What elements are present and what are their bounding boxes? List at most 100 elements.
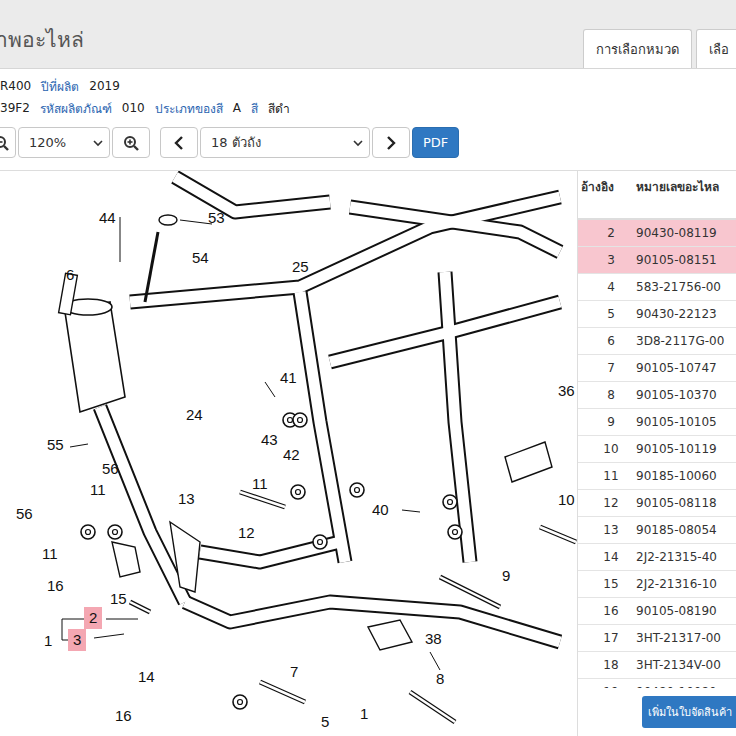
callout[interactable]: 15	[108, 589, 129, 609]
ref-cell: 3	[578, 253, 630, 267]
ref-cell: 7	[578, 361, 630, 375]
next-button[interactable]	[372, 127, 410, 158]
part-number-cell: 583-21756-00	[630, 280, 736, 294]
zoom-in-button[interactable]	[112, 127, 150, 158]
table-row[interactable]: 1990480-10080	[578, 679, 736, 688]
table-row[interactable]: 390105-08151	[578, 247, 736, 274]
callout[interactable]: 14	[136, 667, 157, 687]
info-label: ปีที่ผลิต	[41, 77, 79, 96]
info-value: 2019	[89, 79, 120, 93]
info-value: A	[233, 101, 241, 115]
category-tabs: การเลือกหมวดเลือ	[583, 29, 736, 68]
callout[interactable]: 1	[358, 704, 370, 724]
page-header: าพอะไหล่ การเลือกหมวดเลือ	[0, 0, 736, 69]
info-value: 39F2	[0, 101, 30, 115]
callout[interactable]: 41	[278, 368, 299, 388]
table-body: 290430-08119390105-081514583-21756-00590…	[578, 220, 736, 688]
table-row[interactable]: 4583-21756-00	[578, 274, 736, 301]
zoom-select[interactable]: 120%	[18, 127, 110, 158]
callout[interactable]: 1	[42, 631, 54, 651]
table-row[interactable]: 1390185-08054	[578, 517, 736, 544]
callout[interactable]: 11	[250, 474, 270, 494]
info-row: R400 ปีที่ผลิต 2019	[0, 75, 736, 97]
table-row[interactable]: 183HT-2134V-00	[578, 652, 736, 679]
callout[interactable]: 3	[68, 629, 86, 651]
callout[interactable]: 8	[434, 669, 446, 689]
part-number-cell: 90105-08190	[630, 604, 736, 618]
table-row[interactable]: 63D8-2117G-00	[578, 328, 736, 355]
callout[interactable]: 44	[97, 208, 118, 228]
callout[interactable]: 11	[88, 480, 108, 500]
callout[interactable]: 40	[370, 500, 391, 520]
zoom-out-icon	[0, 135, 9, 151]
table-row[interactable]: 152J2-21316-10	[578, 571, 736, 598]
callout[interactable]: 2	[84, 607, 102, 629]
pdf-button[interactable]: PDF	[412, 127, 459, 158]
ref-cell: 12	[578, 496, 630, 510]
part-number-cell: 90105-10119	[630, 442, 736, 456]
callout[interactable]: 25	[290, 257, 311, 277]
chevron-left-icon	[174, 136, 184, 150]
part-number-cell: 3HT-2134V-00	[630, 658, 736, 672]
parts-table: อ้างอิงหมายเลขอะไหล290430-08119390105-08…	[577, 171, 736, 736]
callout[interactable]: 10	[556, 490, 577, 510]
callout[interactable]: 43	[259, 430, 280, 450]
add-to-list-button[interactable]: เพิ่มในใบจัดสินค้า	[642, 696, 736, 728]
ref-cell: 19	[578, 685, 630, 688]
main-area: 4453546254124434255563613111112104056111…	[0, 170, 736, 736]
callout[interactable]: 55	[45, 435, 66, 455]
callout[interactable]: 7	[288, 662, 300, 682]
table-row[interactable]: 1190185-10060	[578, 463, 736, 490]
prev-button[interactable]	[160, 127, 198, 158]
callout[interactable]: 56	[14, 504, 35, 524]
callout[interactable]: 53	[206, 208, 227, 228]
callout[interactable]: 56	[100, 459, 121, 479]
ref-cell: 15	[578, 577, 630, 591]
table-row[interactable]: 590430-22123	[578, 301, 736, 328]
part-number-cell: 90430-22123	[630, 307, 736, 321]
callout[interactable]: 6	[64, 265, 76, 285]
zoom-value: 120%	[29, 135, 66, 150]
model-info: R400 ปีที่ผลิต 2019 39F2รหัสผลิตภัณฑ์010ประ…	[0, 69, 736, 119]
info-row: 39F2รหัสผลิตภัณฑ์010ประเภทของสีAสีสีดำ	[0, 97, 736, 119]
ref-cell: 17	[578, 631, 630, 645]
table-row[interactable]: 890105-10370	[578, 382, 736, 409]
callout[interactable]: 38	[423, 629, 444, 649]
chevron-right-icon	[386, 136, 396, 150]
part-number-cell: 90105-10747	[630, 361, 736, 375]
callout[interactable]: 9	[500, 566, 512, 586]
callout[interactable]: 11	[40, 544, 60, 564]
ref-cell: 10	[578, 442, 630, 456]
info-value: R400	[0, 79, 31, 93]
table-row[interactable]: 990105-10105	[578, 409, 736, 436]
callout[interactable]: 54	[190, 248, 211, 268]
category-tab[interactable]: เลือ	[696, 29, 736, 68]
caret-down-icon	[353, 139, 363, 147]
toolbar: 120% 18 ตัวถัง PDF	[0, 119, 736, 170]
callout[interactable]: 24	[184, 405, 205, 425]
table-row[interactable]: 790105-10747	[578, 355, 736, 382]
page-title: าพอะไหล่	[0, 23, 84, 68]
part-number-cell: 2J2-21315-40	[630, 550, 736, 564]
part-number-cell: 90105-10105	[630, 415, 736, 429]
table-row[interactable]: 1090105-10119	[578, 436, 736, 463]
zoom-out-button[interactable]	[0, 127, 16, 158]
callout[interactable]: 12	[236, 523, 257, 543]
callout[interactable]: 13	[176, 489, 197, 509]
part-number-cell: 90105-10370	[630, 388, 736, 402]
table-row[interactable]: 290430-08119	[578, 220, 736, 247]
callout[interactable]: 42	[281, 445, 302, 465]
table-row[interactable]: 173HT-21317-00	[578, 625, 736, 652]
callout[interactable]: 16	[113, 706, 134, 726]
ref-cell: 5	[578, 307, 630, 321]
part-number-cell: 90105-08151	[630, 253, 736, 267]
column-header: หมายเลขอะไหล	[630, 171, 736, 218]
table-row[interactable]: 142J2-21315-40	[578, 544, 736, 571]
category-tab[interactable]: การเลือกหมวด	[583, 29, 692, 68]
callout[interactable]: 36	[556, 381, 577, 401]
table-row[interactable]: 1690105-08190	[578, 598, 736, 625]
callout[interactable]: 5	[319, 712, 331, 732]
section-select[interactable]: 18 ตัวถัง	[200, 127, 370, 158]
callout[interactable]: 16	[45, 576, 66, 596]
table-row[interactable]: 1290105-08118	[578, 490, 736, 517]
